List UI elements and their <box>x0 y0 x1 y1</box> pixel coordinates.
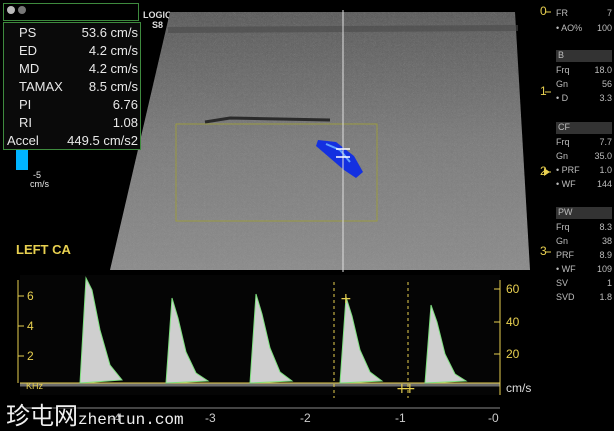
measurement-row: RI 1.08 <box>19 115 138 130</box>
watermark-cn: 珍屯网 <box>6 403 78 430</box>
depth-label: 3 <box>540 244 547 258</box>
depth-label: 1 <box>540 84 547 98</box>
velocity-scale-right: 20 <box>506 347 520 361</box>
measurement-row: TAMAX 8.5 cm/s <box>19 79 138 94</box>
parameter-panel: FR 7 • AO% 100 B Frq 18.0 Gn 56 • D 3.3 CF Fr… <box>556 8 612 302</box>
measurement-panel: PS 53.6 cm/s ED 4.2 cm/s MD 4.2 cm/s TAMAX 8… <box>3 22 141 150</box>
color-scale-bar <box>16 150 28 170</box>
color-scale-unit: cm/s <box>30 179 49 189</box>
velocity-scale-right: 60 <box>506 282 520 296</box>
depth-label: 0 <box>540 4 547 18</box>
param-ao: • AO% 100 <box>556 23 612 33</box>
velocity-scale-left: 4 <box>27 319 34 333</box>
khz-label: KHz <box>26 381 44 391</box>
section-pw: PW <box>556 207 612 219</box>
time-label: -0 <box>488 411 499 425</box>
velocity-scale-right: 40 <box>506 315 520 329</box>
annotation-label: LEFT CA <box>16 242 71 257</box>
measurement-row: Accel 449.5 cm/s2 <box>7 133 138 148</box>
velocity-unit: cm/s <box>506 381 532 395</box>
watermark: 珍屯网zhentun.com <box>6 396 184 431</box>
measurement-row: PS 53.6 cm/s <box>19 25 138 40</box>
peak-marker-icon: + <box>340 291 352 307</box>
time-label: -3 <box>205 411 216 425</box>
param-fr: FR 7 <box>556 8 612 18</box>
measurement-row: MD 4.2 cm/s <box>19 61 138 76</box>
depth-label: 2 <box>540 164 547 178</box>
watermark-url: zhentun.com <box>78 411 184 429</box>
svg-text:+: + <box>404 381 416 397</box>
section-cf: CF <box>556 122 612 134</box>
velocity-scale-left: 6 <box>27 289 34 303</box>
measurement-row: ED 4.2 cm/s <box>19 43 138 58</box>
measurement-row: PI 6.76 <box>19 97 138 112</box>
section-b: B <box>556 50 612 62</box>
time-label: -1 <box>395 411 406 425</box>
time-label: -2 <box>300 411 311 425</box>
velocity-scale-left: 2 <box>27 349 34 363</box>
